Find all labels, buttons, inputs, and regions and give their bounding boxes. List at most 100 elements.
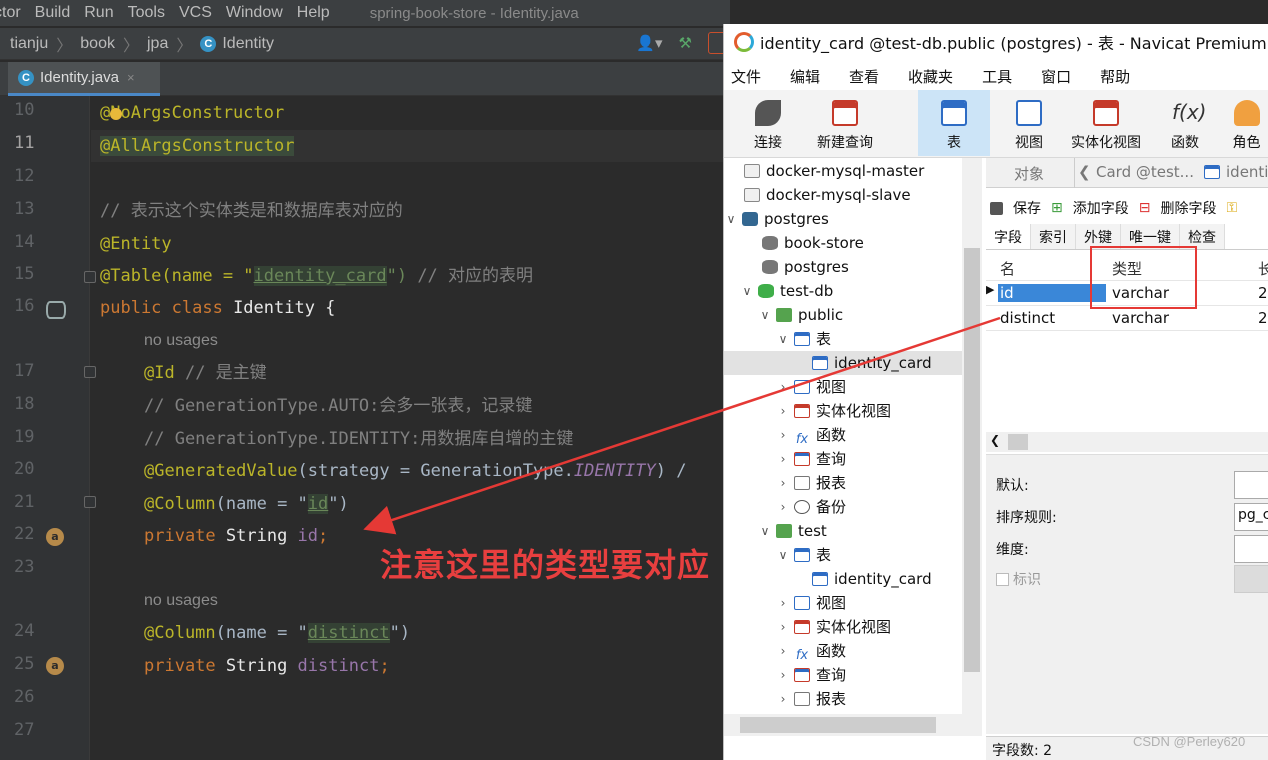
role-button[interactable]: 角色	[1224, 90, 1268, 156]
menu-item[interactable]: 查看	[849, 66, 879, 87]
tree-item-backups[interactable]: › 备份	[776, 495, 846, 519]
menu-item[interactable]: 帮助	[1100, 66, 1130, 87]
tree-item-database[interactable]: ∨ test-db	[740, 279, 834, 303]
identity-checkbox[interactable]: 标识	[996, 569, 1041, 589]
chevron-left-icon[interactable]: ❮	[1078, 163, 1091, 181]
tree-item-functions[interactable]: › fx 函数	[776, 639, 846, 663]
menu-item[interactable]: Window	[226, 4, 283, 22]
chevron-down-icon[interactable]: ∨	[740, 279, 754, 303]
tree-item-reports[interactable]: › 报表	[776, 471, 846, 495]
chevron-right-icon[interactable]: ›	[776, 591, 790, 615]
menu-item[interactable]: Build	[35, 4, 71, 22]
menu-item[interactable]: 工具	[982, 66, 1012, 87]
field-type-cell[interactable]: varchar	[1112, 309, 1169, 327]
chevron-right-icon[interactable]: ›	[776, 447, 790, 471]
save-button[interactable]: 保存	[1013, 198, 1041, 218]
materialized-view-button[interactable]: 实体化视图	[1068, 90, 1144, 156]
menu-item[interactable]: 收藏夹	[908, 66, 953, 87]
tree-item-connection[interactable]: docker-mysql-slave	[744, 183, 911, 207]
table-row[interactable]: distinct varchar 2	[986, 306, 1268, 331]
function-button[interactable]: f(x) 函数	[1162, 90, 1208, 156]
chevron-down-icon[interactable]: ∨	[724, 207, 738, 231]
view-button[interactable]: 视图	[1004, 90, 1054, 156]
menu-item[interactable]: Tools	[128, 4, 165, 22]
fold-icon[interactable]	[84, 366, 96, 378]
tree-item-reports[interactable]: › 报表	[776, 687, 846, 711]
default-input[interactable]	[1234, 471, 1268, 499]
menu-item[interactable]: 编辑	[790, 66, 820, 87]
key-icon[interactable]: ⚿	[1226, 200, 1237, 216]
tab-identity-java[interactable]: C Identity.java ×	[8, 62, 160, 96]
tree-item-queries[interactable]: › 查询	[776, 663, 846, 687]
new-query-button[interactable]: 新建查询	[810, 90, 880, 156]
tree-item-schema[interactable]: ∨ test	[758, 519, 827, 543]
tree-item-connection[interactable]: ∨ postgres	[724, 207, 829, 231]
tree-item-functions[interactable]: › fx 函数	[776, 423, 846, 447]
scrollbar-thumb[interactable]	[1008, 434, 1028, 450]
chevron-right-icon[interactable]: ›	[776, 639, 790, 663]
table-button[interactable]: 表	[918, 90, 990, 156]
tree-item-materialized-views[interactable]: › 实体化视图	[776, 399, 891, 423]
column-header-name[interactable]: 名	[1000, 258, 1015, 279]
column-header-length[interactable]: 长	[1258, 258, 1268, 279]
menu-item[interactable]: ctor	[0, 4, 21, 22]
grid-horizontal-scrollbar[interactable]: ❮	[986, 432, 1268, 452]
field-name-cell[interactable]: distinct	[1000, 309, 1055, 327]
scrollbar-thumb[interactable]	[740, 717, 936, 733]
chevron-right-icon[interactable]: ›	[776, 375, 790, 399]
tree-item-database[interactable]: book-store	[762, 231, 864, 255]
chevron-down-icon[interactable]: ∨	[758, 303, 772, 327]
tab-indexes[interactable]: 索引	[1031, 224, 1076, 249]
chevron-down-icon[interactable]: ∨	[758, 519, 772, 543]
tab-table-design-2[interactable]: identi	[1226, 163, 1268, 181]
code-editor[interactable]: @NoArgsConstructor @AllArgsConstructor /…	[100, 96, 730, 760]
menu-item[interactable]: Help	[297, 4, 330, 22]
collation-select[interactable]: pg_c	[1234, 503, 1268, 531]
delete-field-button[interactable]: 删除字段	[1160, 198, 1216, 218]
tree-item-database[interactable]: postgres	[762, 255, 849, 279]
chevron-right-icon[interactable]: ›	[776, 687, 790, 711]
chevron-down-icon[interactable]: ∨	[776, 327, 790, 351]
checkbox-icon[interactable]	[996, 573, 1009, 586]
database-icon[interactable]	[46, 301, 66, 319]
tab-table-design[interactable]: Card @test...	[1096, 163, 1194, 181]
chevron-right-icon[interactable]: ›	[776, 423, 790, 447]
chevron-right-icon[interactable]: ›	[776, 471, 790, 495]
no-usages-hint[interactable]: no usages	[144, 586, 218, 616]
menu-item[interactable]: Run	[84, 4, 113, 22]
breadcrumb-item[interactable]: tianju	[10, 35, 48, 53]
field-length-cell[interactable]: 2	[1258, 309, 1268, 327]
chevron-right-icon[interactable]: ›	[776, 663, 790, 687]
identity-button[interactable]	[1234, 565, 1268, 593]
user-icon[interactable]: 👤▾	[636, 34, 662, 52]
chevron-right-icon[interactable]: ›	[776, 615, 790, 639]
chevron-right-icon[interactable]: ›	[776, 495, 790, 519]
chevron-down-icon[interactable]: ∨	[776, 543, 790, 567]
tree-item-schema[interactable]: ∨ public	[758, 303, 844, 327]
tree-vertical-scrollbar[interactable]	[962, 158, 982, 714]
chevron-right-icon[interactable]: ›	[776, 399, 790, 423]
tab-objects[interactable]: 对象	[1014, 163, 1044, 184]
close-icon[interactable]: ×	[127, 70, 135, 85]
tree-item-views[interactable]: › 视图	[776, 375, 846, 399]
fold-icon[interactable]	[84, 271, 96, 283]
chevron-left-icon[interactable]: ❮	[990, 433, 1000, 447]
menu-item[interactable]: 窗口	[1041, 66, 1071, 87]
menu-item[interactable]: VCS	[179, 4, 212, 22]
fold-icon[interactable]	[84, 496, 96, 508]
tree-horizontal-scrollbar[interactable]	[724, 714, 982, 736]
tree-item-queries[interactable]: › 查询	[776, 447, 846, 471]
tree-item-connection[interactable]: docker-mysql-master	[744, 159, 924, 183]
tree-item-tables[interactable]: ∨ 表	[776, 543, 831, 567]
tree-item-table[interactable]: identity_card	[812, 567, 932, 591]
scrollbar-thumb[interactable]	[964, 248, 980, 672]
breadcrumb-item[interactable]: jpa	[147, 35, 168, 53]
no-usages-hint[interactable]: no usages	[144, 326, 218, 356]
menu-item[interactable]: 文件	[731, 66, 761, 87]
annotation-gutter-icon[interactable]: a	[46, 528, 64, 546]
breadcrumb-item[interactable]: Identity	[222, 35, 274, 53]
connect-button[interactable]: 连接	[746, 90, 790, 156]
build-hammer-icon[interactable]: ⚒	[679, 34, 692, 52]
tree-item-materialized-views[interactable]: › 实体化视图	[776, 615, 891, 639]
tree-item-views[interactable]: › 视图	[776, 591, 846, 615]
